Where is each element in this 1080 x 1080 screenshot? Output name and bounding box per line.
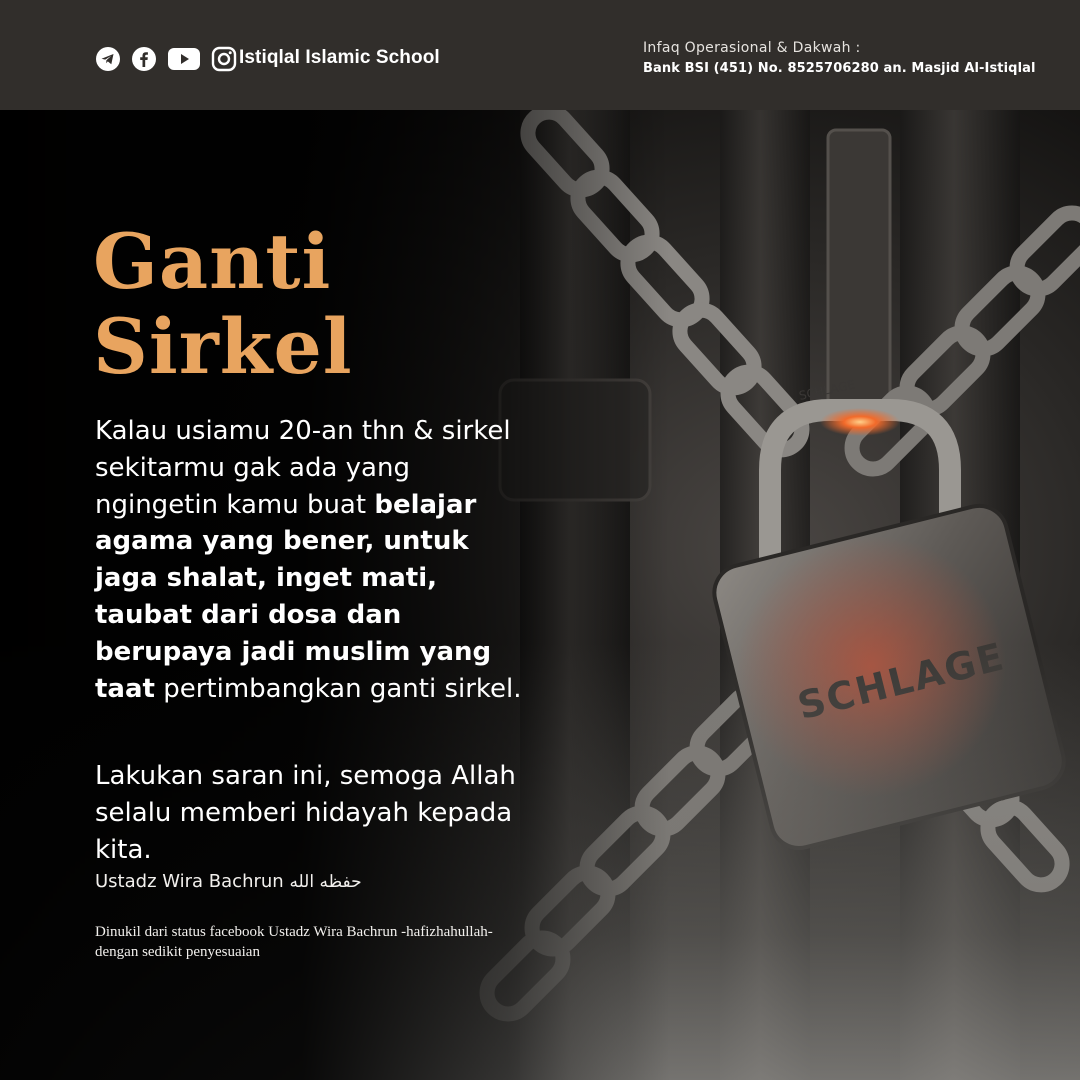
author-name: Ustadz Wira Bachrun	[95, 871, 284, 892]
infaq-bank-account: Bank BSI (451) No. 8525706280 an. Masjid…	[643, 61, 1036, 76]
paragraph-emphasis: belajar agama yang bener, untuk jaga sha…	[95, 489, 492, 704]
social-icons	[95, 46, 237, 72]
title-line-1: Ganti	[93, 217, 332, 306]
title-line-2: Sirkel	[93, 302, 353, 391]
header-bar: Istiqlal Islamic School Infaq Operasiona…	[0, 0, 1080, 110]
telegram-icon[interactable]	[95, 46, 121, 72]
author-line: Ustadz Wira Bachrun حفظه الله	[95, 871, 362, 892]
source-note: Dinukil dari status facebook Ustadz Wira…	[95, 924, 493, 960]
main-paragraph: Kalau usiamu 20-an thn & sirkel sekitarm…	[95, 413, 535, 707]
brand-name: Istiqlal Islamic School	[239, 47, 440, 68]
infaq-title: Infaq Operasional & Dakwah :	[643, 40, 861, 56]
instagram-icon[interactable]	[211, 46, 237, 72]
author-honorific: حفظه الله	[289, 872, 362, 892]
youtube-icon[interactable]	[167, 46, 201, 72]
facebook-icon[interactable]	[131, 46, 157, 72]
spark-glow	[820, 408, 900, 436]
poster: SCHLAGE SCHLAGE Istiqlal Islamic School …	[0, 0, 1080, 1080]
paragraph-end: pertimbangkan ganti sirkel.	[154, 673, 522, 704]
closing-paragraph: Lakukan saran ini, semoga Allah selalu m…	[95, 761, 516, 865]
